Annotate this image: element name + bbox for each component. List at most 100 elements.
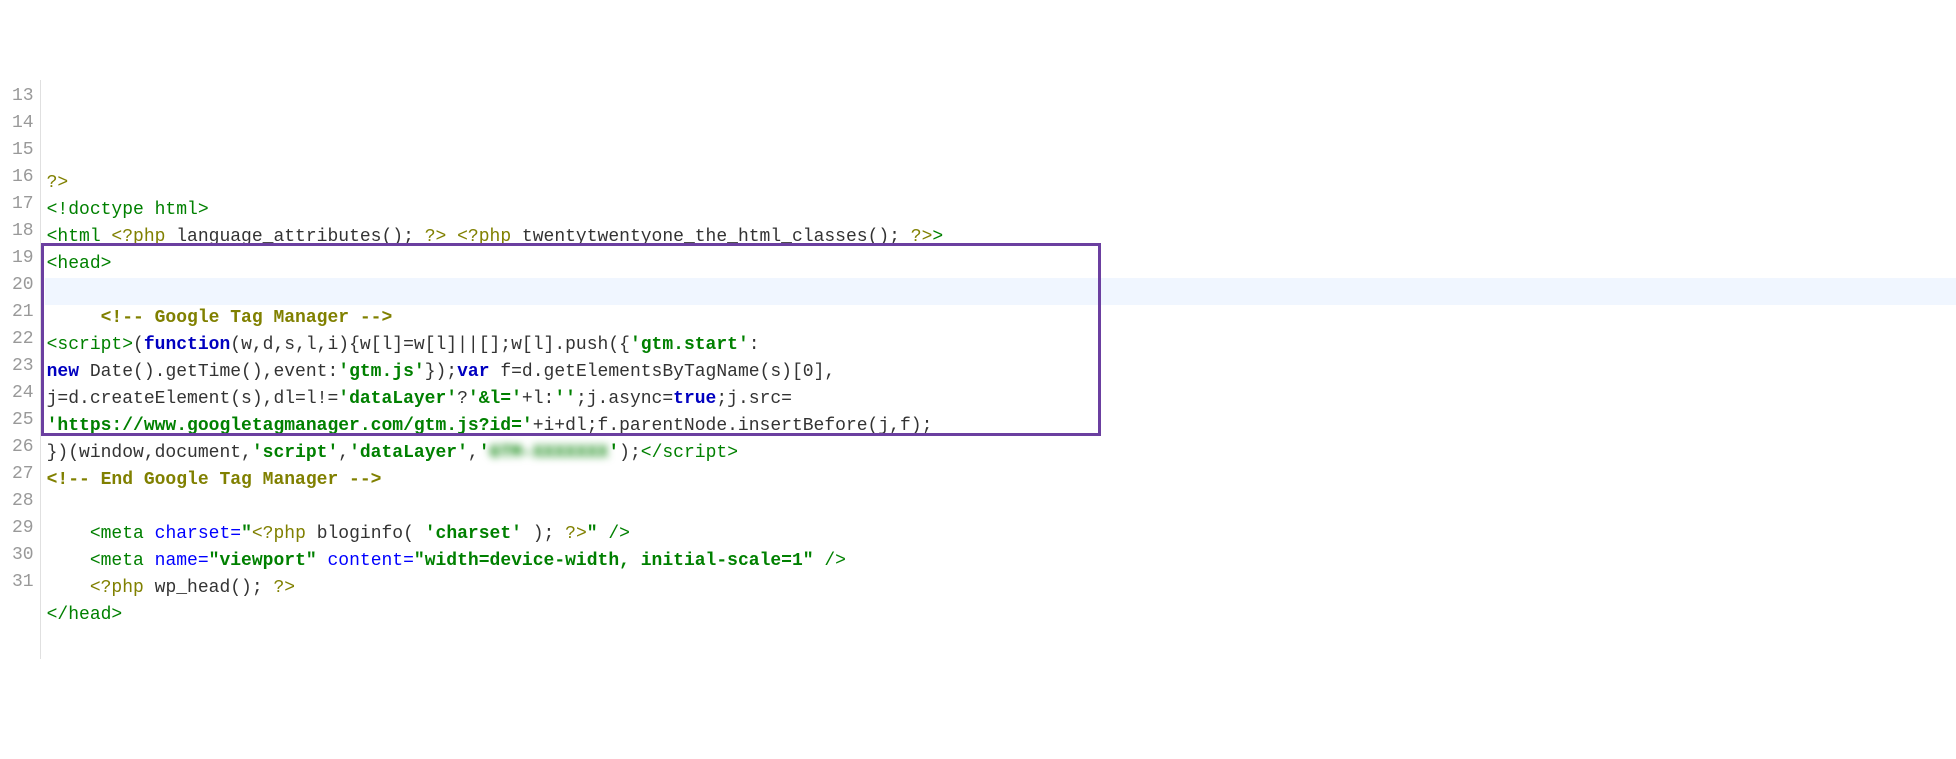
code-token: <!-- End Google Tag Manager --> xyxy=(47,470,382,490)
code-line[interactable]: ?> xyxy=(45,170,1956,197)
line-number: 19 xyxy=(12,245,34,272)
code-token: f=d.getElementsByTagName(s)[0], xyxy=(500,362,835,382)
code-token: <script> xyxy=(47,335,133,355)
code-token: <?php xyxy=(111,227,176,247)
code-token xyxy=(47,551,90,571)
code-token: }); xyxy=(425,362,457,382)
code-token: <meta xyxy=(90,524,155,544)
line-number: 18 xyxy=(12,218,34,245)
code-token: true xyxy=(673,389,716,409)
code-token: : xyxy=(749,335,760,355)
line-number: 23 xyxy=(12,353,34,380)
code-token: <?php xyxy=(90,578,155,598)
code-token: ?> xyxy=(425,227,447,247)
code-token: })(window,document, xyxy=(47,443,252,463)
code-token: </script> xyxy=(641,443,738,463)
code-line[interactable]: <!doctype html> xyxy=(45,197,1956,224)
code-token xyxy=(47,524,90,544)
code-token: Date().getTime(),event: xyxy=(90,362,338,382)
code-token: ); xyxy=(522,524,565,544)
code-token xyxy=(47,308,101,328)
code-token: 'dataLayer' xyxy=(338,389,457,409)
code-token: ' xyxy=(479,443,490,463)
code-token: "viewport" xyxy=(209,551,317,571)
code-token: /> xyxy=(814,551,846,571)
code-line[interactable]: <meta charset="<?php bloginfo( 'charset'… xyxy=(45,521,1956,548)
line-number: 20 xyxy=(12,272,34,299)
code-token: <?php xyxy=(252,524,317,544)
code-token: j=d.createElement(s),dl=l!= xyxy=(47,389,339,409)
line-number-gutter: 13141516171819202122232425262728293031 xyxy=(0,80,41,659)
code-token xyxy=(446,227,457,247)
line-number: 26 xyxy=(12,434,34,461)
code-line[interactable]: <html <?php language_attributes(); ?> <?… xyxy=(45,224,1956,251)
code-line[interactable]: 'https://www.googletagmanager.com/gtm.js… xyxy=(45,413,1956,440)
code-line[interactable]: j=d.createElement(s),dl=l!='dataLayer'?'… xyxy=(45,386,1956,413)
line-number: 28 xyxy=(12,488,34,515)
code-token: twentytwentyone_the_html_classes(); xyxy=(522,227,911,247)
code-token: wp_head(); xyxy=(155,578,274,598)
code-token: <meta xyxy=(90,551,155,571)
code-line[interactable]: <?php wp_head(); ?> xyxy=(45,575,1956,602)
code-token: content= xyxy=(317,551,414,571)
line-number: 15 xyxy=(12,137,34,164)
code-token: +i+dl;f.parentNode.insertBefore(j,f); xyxy=(533,416,933,436)
line-number: 27 xyxy=(12,461,34,488)
code-token: <head> xyxy=(47,254,112,274)
code-token: 'dataLayer' xyxy=(349,443,468,463)
code-line[interactable]: <!-- End Google Tag Manager --> xyxy=(45,467,1956,494)
code-token: , xyxy=(338,443,349,463)
line-number: 29 xyxy=(12,515,34,542)
code-token: GTM-XXXXXXX xyxy=(490,443,609,463)
code-line[interactable]: })(window,document,'script','dataLayer',… xyxy=(45,440,1956,467)
code-token: /> xyxy=(598,524,630,544)
code-line[interactable] xyxy=(45,143,1956,170)
line-number: 31 xyxy=(12,569,34,596)
code-token xyxy=(47,578,90,598)
code-token: 'gtm.start' xyxy=(630,335,749,355)
code-token: function xyxy=(144,335,230,355)
code-token: ?> xyxy=(565,524,587,544)
code-token: </head> xyxy=(47,605,123,625)
code-token: name= xyxy=(155,551,209,571)
code-token: 'charset' xyxy=(425,524,522,544)
code-token: language_attributes(); xyxy=(176,227,424,247)
code-token: new xyxy=(47,362,90,382)
line-number: 25 xyxy=(12,407,34,434)
code-line[interactable] xyxy=(45,278,1956,305)
code-token: charset= xyxy=(155,524,241,544)
code-token: 'script' xyxy=(252,443,338,463)
code-token: <?php xyxy=(457,227,522,247)
code-token: <!doctype html> xyxy=(47,200,209,220)
code-token: <html xyxy=(47,227,112,247)
code-token: '' xyxy=(554,389,576,409)
code-line[interactable]: <meta name="viewport" content="width=dev… xyxy=(45,548,1956,575)
code-line[interactable] xyxy=(45,494,1956,521)
code-line[interactable]: <head> xyxy=(45,251,1956,278)
code-token: ;j.async= xyxy=(576,389,673,409)
code-token: "width=device-width, initial-scale=1" xyxy=(414,551,814,571)
line-number: 14 xyxy=(12,110,34,137)
code-token: ;j.src= xyxy=(716,389,792,409)
line-number: 13 xyxy=(12,83,34,110)
code-line[interactable]: </head> xyxy=(45,602,1956,629)
code-token: 'gtm.js' xyxy=(338,362,424,382)
code-line[interactable]: <!-- Google Tag Manager --> xyxy=(45,305,1956,332)
line-number: 21 xyxy=(12,299,34,326)
line-number: 30 xyxy=(12,542,34,569)
code-token: ); xyxy=(619,443,641,463)
code-token: '&l=' xyxy=(468,389,522,409)
code-token: ( xyxy=(133,335,144,355)
code-line[interactable]: new Date().getTime(),event:'gtm.js'});va… xyxy=(45,359,1956,386)
code-line[interactable]: <script>(function(w,d,s,l,i){w[l]=w[l]||… xyxy=(45,332,1956,359)
code-token: ?> xyxy=(47,173,69,193)
code-token: , xyxy=(468,443,479,463)
code-editor[interactable]: 13141516171819202122232425262728293031 ?… xyxy=(0,80,1956,659)
code-token: <!-- Google Tag Manager --> xyxy=(101,308,393,328)
code-token: +l: xyxy=(522,389,554,409)
code-token: var xyxy=(457,362,500,382)
code-line[interactable] xyxy=(45,629,1956,656)
code-token: " xyxy=(241,524,252,544)
code-token: > xyxy=(932,227,943,247)
code-area[interactable]: ?> <!doctype html> <html <?php language_at… xyxy=(41,80,1956,659)
